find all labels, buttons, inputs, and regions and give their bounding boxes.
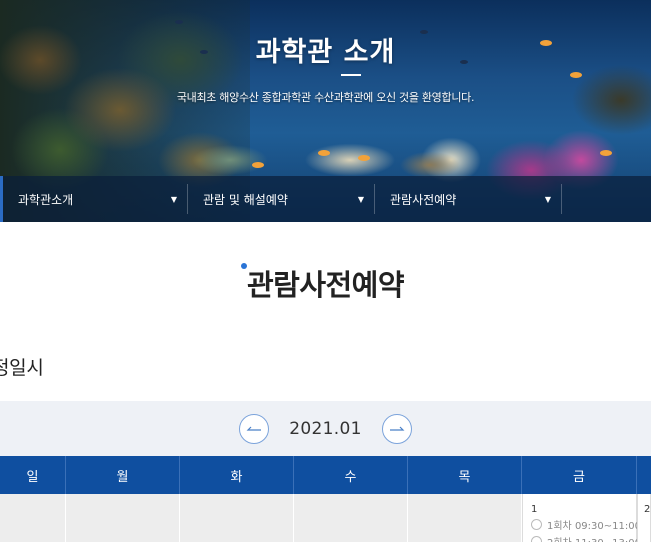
caret-down-icon: ▼ [170, 194, 177, 204]
prev-month-button[interactable] [239, 413, 270, 444]
next-month-button[interactable] [381, 413, 412, 444]
arrow-left-icon [246, 422, 262, 436]
location-nav: 과학관소개 ▼ 관람 및 해설예약 ▼ 관람사전예약 ▼ [0, 176, 651, 222]
nav-divider [561, 184, 562, 214]
weekday-wed: 수 [294, 456, 408, 494]
nav-label: 관람사전예약 [390, 192, 457, 207]
caret-down-icon: ▼ [357, 194, 364, 204]
hero-title: 과학관 소개 [255, 37, 396, 68]
radio-icon[interactable] [531, 536, 542, 542]
weekday-fri: 금 [522, 456, 637, 494]
month-navigator: 2021.01 [0, 401, 651, 456]
radio-icon[interactable] [531, 519, 542, 530]
section-title: 정일시 [0, 357, 44, 379]
page-title: 관람사전예약 [240, 262, 405, 304]
fish-decoration [318, 150, 330, 156]
nav-dropdown-visit[interactable]: 관람 및 해설예약 ▼ [187, 176, 374, 222]
calendar-day-cell [0, 494, 66, 542]
fish-decoration [570, 72, 582, 78]
caret-down-icon: ▼ [544, 194, 551, 204]
day-number: 2 [644, 504, 651, 515]
fish-decoration [252, 162, 264, 168]
calendar-week-row: 1 1회차 09:30~11:00 2회차 11:30~13:00 2 [0, 494, 651, 542]
calendar-day-cell [180, 494, 294, 542]
fish-decoration [175, 20, 183, 24]
page-title-wrap: 관람사전예약 [0, 262, 651, 304]
arrow-right-icon [389, 422, 405, 436]
fish-decoration [358, 155, 370, 161]
fish-decoration [600, 150, 612, 156]
nav-dropdown-reservation[interactable]: 관람사전예약 ▼ [374, 176, 561, 222]
weekday-thu: 목 [408, 456, 522, 494]
page-title-text: 관람사전예약 [246, 268, 405, 302]
calendar-day-cell-open: 1 1회차 09:30~11:00 2회차 11:30~13:00 [522, 494, 641, 542]
nav-dropdown-about[interactable]: 과학관소개 ▼ [0, 176, 187, 222]
calendar-day-cell [408, 494, 522, 542]
hero-title-underline [341, 74, 361, 76]
weekday-sun: 일 [0, 456, 66, 494]
weekday-tue: 화 [180, 456, 294, 494]
calendar-weekday-header: 일 월 화 수 목 금 [0, 456, 651, 494]
calendar-day-cell-open: 2 [637, 494, 651, 542]
weekday-mon: 월 [66, 456, 180, 494]
current-month-label: 2021.01 [289, 418, 362, 439]
weekday-sat [637, 456, 651, 494]
hero-subtitle: 국내최초 해양수산 종합과학관 수산과학관에 오신 것을 환영합니다. [176, 91, 475, 104]
calendar-day-cell [294, 494, 408, 542]
day-number: 1 [531, 504, 538, 515]
time-slot-label: 2회차 11:30~13:00 [547, 534, 641, 542]
calendar-day-cell [66, 494, 180, 542]
time-slot-option[interactable]: 2회차 11:30~13:00 [531, 534, 641, 542]
time-slot-label: 1회차 09:30~11:00 [547, 521, 641, 532]
time-slot-option[interactable]: 1회차 09:30~11:00 [531, 517, 641, 532]
nav-label: 과학관소개 [18, 192, 74, 207]
title-dot-icon [240, 263, 247, 269]
nav-label: 관람 및 해설예약 [203, 192, 288, 207]
